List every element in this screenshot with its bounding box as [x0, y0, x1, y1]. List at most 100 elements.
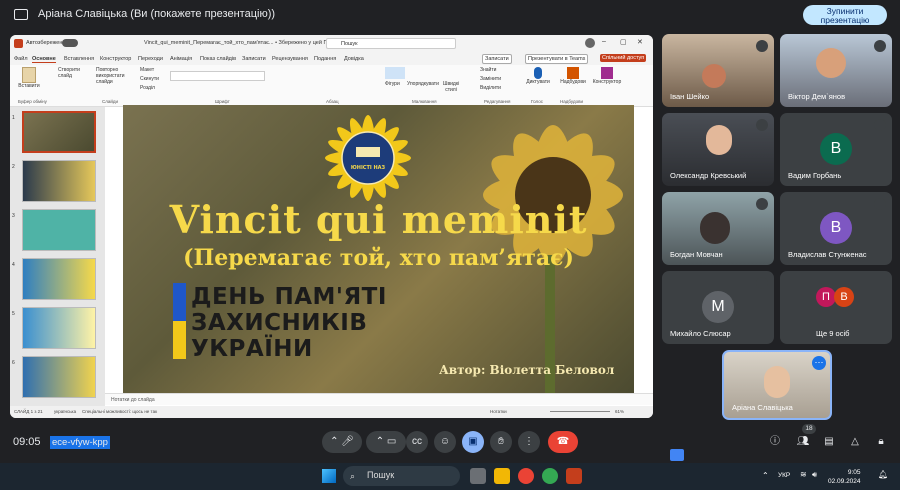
paragraph-buttons[interactable] — [300, 73, 380, 93]
participant-tile[interactable]: Іван Шейко — [662, 34, 774, 107]
participant-tile[interactable]: Богдан Мовчан — [662, 192, 774, 265]
paste-button[interactable]: Вставити — [14, 83, 44, 89]
hang-up-icon: ☎︎ — [556, 436, 570, 447]
font-format-buttons[interactable] — [170, 85, 265, 93]
more-options-button[interactable]: ⋮ — [518, 431, 540, 453]
wifi-icon[interactable]: ≋ — [800, 470, 807, 479]
account-avatar[interactable] — [585, 38, 595, 48]
chrome-profile-icon[interactable] — [542, 468, 558, 484]
slide-thumbnail-1[interactable] — [22, 111, 96, 153]
slide-thumbnail-3[interactable] — [22, 209, 96, 251]
meeting-code: ece-vfyw-kpp — [50, 436, 110, 449]
menu-slideshow[interactable]: Показ слайдів — [200, 56, 236, 62]
slide-thumbnail-6[interactable] — [22, 356, 96, 398]
self-tile[interactable]: ⋯ Аріана Славіцька — [722, 350, 832, 420]
replace-button[interactable]: Замінити — [480, 76, 501, 82]
new-slide-button[interactable]: Створити слайд — [58, 67, 80, 79]
present-in-teams-button[interactable]: Презентувати в Teams — [525, 54, 589, 64]
font-family-select[interactable] — [170, 71, 265, 81]
autosave-toggle[interactable] — [62, 39, 78, 47]
dictate-button[interactable]: Диктувати — [524, 79, 552, 85]
status-accessibility[interactable]: Спеціальні можливості: щось не так — [82, 409, 157, 414]
quick-styles-button[interactable]: Швидкі стилі — [437, 81, 465, 93]
thumb-number: 5 — [12, 311, 15, 317]
shapes-button[interactable]: Фігури — [385, 81, 400, 87]
participant-video — [700, 212, 730, 244]
file-explorer-icon[interactable] — [494, 468, 510, 484]
designer-button[interactable]: Конструктор — [592, 79, 622, 85]
mic-off-icon — [874, 119, 886, 131]
menu-help[interactable]: Довідка — [344, 56, 364, 62]
participant-avatar: В — [820, 212, 852, 244]
maximize-icon[interactable]: ▢ — [620, 38, 627, 46]
menu-design[interactable]: Конструктор — [100, 56, 131, 62]
menu-review[interactable]: Рецензування — [272, 56, 308, 62]
powerpoint-icon — [14, 39, 23, 48]
participant-tile[interactable]: М Михайло Слюсар — [662, 271, 774, 344]
zoom-slider[interactable] — [550, 411, 610, 412]
current-slide[interactable]: ЮНІСТІ НАЗ Vincit qui meminit (Перемагає… — [123, 105, 634, 393]
leave-call-button[interactable]: ☎︎ — [548, 431, 578, 453]
thumb-number: 3 — [12, 213, 15, 219]
menu-record[interactable]: Записати — [242, 56, 266, 62]
notifications-icon[interactable]: 🔔︎ — [878, 470, 888, 479]
addins-button[interactable]: Надбудови — [558, 79, 588, 85]
status-notes-button[interactable]: Нотатки — [490, 409, 507, 414]
powerpoint-taskbar-icon[interactable] — [566, 468, 582, 484]
keyboard-language[interactable]: УКР — [778, 472, 790, 479]
more-participants-tile[interactable]: П В Ще 9 осіб — [780, 271, 892, 344]
activities-button[interactable]: △ — [844, 431, 866, 453]
slide-thumbnail-5[interactable] — [22, 307, 96, 349]
translate-icon[interactable] — [670, 449, 684, 461]
camera-button[interactable]: ⌃ ▭ — [366, 431, 406, 453]
chrome-icon[interactable] — [518, 468, 534, 484]
menu-home[interactable]: Основне — [32, 56, 56, 63]
mic-button[interactable]: ⌃ 🎤︎ — [322, 431, 362, 453]
host-controls-button[interactable]: 🔒︎ — [870, 431, 892, 453]
tray-chevron-icon[interactable]: ⌃ — [762, 471, 769, 480]
people-button[interactable]: 👥︎ — [792, 431, 814, 453]
present-screen-icon: ▣ — [468, 436, 478, 447]
reset-button[interactable]: Скинути — [140, 76, 159, 82]
stop-presenting-button[interactable]: Зупинити презентацію — [803, 5, 887, 25]
participant-tile[interactable]: В Владислав Стунженас — [780, 192, 892, 265]
minimize-icon[interactable]: – — [602, 38, 606, 45]
section-button[interactable]: Розділ — [140, 85, 155, 91]
raise-hand-button[interactable]: ✋︎ — [490, 431, 512, 453]
layout-button[interactable]: Макет — [140, 67, 154, 73]
find-button[interactable]: Знайти — [480, 67, 496, 73]
reactions-button[interactable]: ☺ — [434, 431, 456, 453]
participant-name: Богдан Мовчан — [670, 250, 723, 259]
taskbar-clock[interactable]: 9:05 02.09.2024 — [828, 468, 861, 486]
close-icon[interactable]: ✕ — [637, 38, 643, 46]
zoom-level[interactable]: 61% — [615, 409, 624, 414]
share-button[interactable]: Спільний доступ — [600, 54, 647, 62]
participant-tile[interactable]: Олександр Кревський — [662, 113, 774, 186]
participant-tile[interactable]: Віктор Дем`янов — [780, 34, 892, 107]
slide-thumbnail-4[interactable] — [22, 258, 96, 300]
menu-animation[interactable]: Анімація — [170, 56, 192, 62]
participant-tile[interactable]: В Вадим Горбань — [780, 113, 892, 186]
windows-start-icon[interactable] — [322, 469, 336, 483]
taskbar-search[interactable]: Пошук — [343, 466, 460, 486]
reuse-slides-button[interactable]: Повторно використати слайди — [96, 67, 136, 85]
ribbon-addins: Надбудови — [558, 67, 588, 85]
notes-pane[interactable]: Нотатки до слайда — [105, 393, 653, 405]
present-button[interactable]: ▣ — [462, 431, 484, 453]
more-options-icon[interactable]: ⋯ — [812, 356, 826, 370]
menu-view[interactable]: Подання — [314, 56, 336, 62]
status-language[interactable]: українська — [54, 409, 76, 414]
captions-button[interactable]: cc — [406, 431, 428, 453]
task-view-icon[interactable] — [470, 468, 486, 484]
chat-button[interactable]: ▤ — [818, 431, 840, 453]
menu-file[interactable]: Файл — [14, 56, 28, 62]
arrange-button[interactable]: Упорядкувати — [407, 81, 439, 87]
select-button[interactable]: Виділити — [480, 85, 501, 91]
volume-icon[interactable]: 🔊︎ — [812, 470, 817, 480]
menu-insert[interactable]: Вставлення — [64, 56, 94, 62]
menu-transitions[interactable]: Переходи — [138, 56, 163, 62]
ppt-search-box[interactable]: Пошук — [326, 38, 456, 49]
meeting-info-button[interactable]: ⓘ — [764, 431, 786, 453]
record-button[interactable]: Записати — [482, 54, 512, 64]
slide-thumbnail-2[interactable] — [22, 160, 96, 202]
